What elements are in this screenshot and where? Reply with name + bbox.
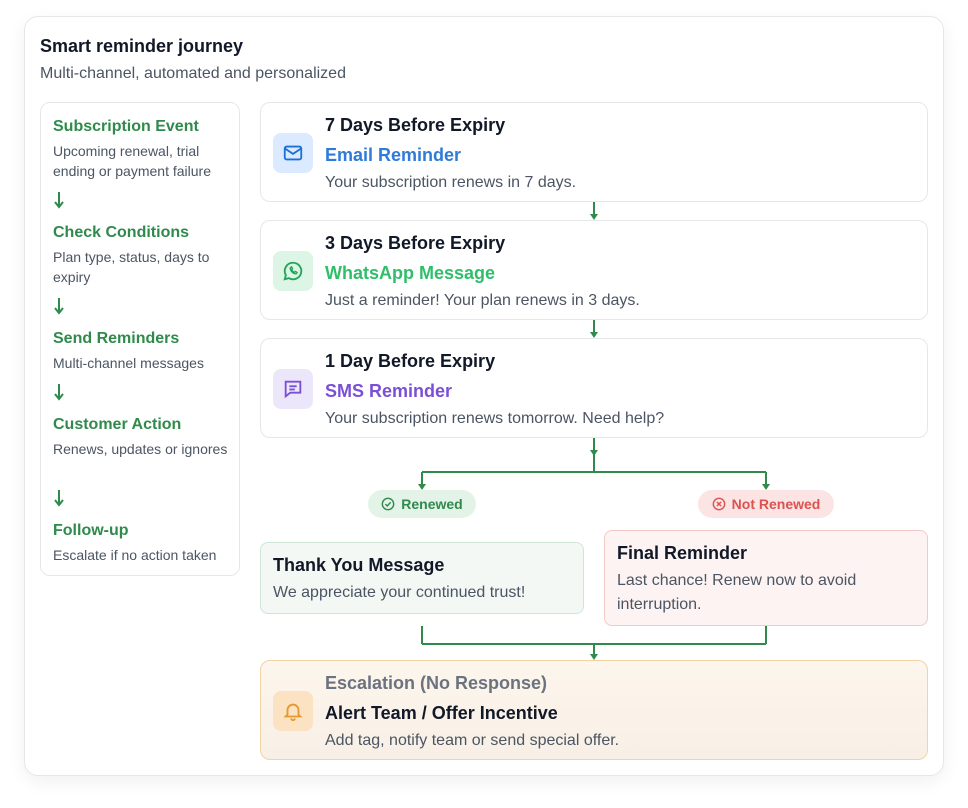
outcome-description: Last chance! Renew now to avoid interrup… bbox=[617, 572, 857, 613]
final-reminder-card[interactable]: Final Reminder Last chance! Renew now to… bbox=[604, 530, 928, 626]
step-check-conditions: Check Conditions Plan type, status, days… bbox=[53, 223, 239, 287]
step-description: Escalate if no action taken bbox=[53, 547, 217, 563]
renewed-label: Renewed bbox=[401, 496, 463, 512]
page-subtitle: Multi-channel, automated and personalize… bbox=[40, 65, 346, 82]
page-title: Smart reminder journey bbox=[40, 36, 244, 56]
arrow-down-icon bbox=[54, 384, 64, 401]
bell-icon bbox=[273, 691, 313, 731]
reminder-channel: WhatsApp Message bbox=[325, 263, 496, 283]
reminder-message: Just a reminder! Your plan renews in 3 d… bbox=[325, 292, 640, 309]
outcome-title: Final Reminder bbox=[617, 543, 748, 563]
reminder-card-sms[interactable]: 1 Day Before Expiry SMS Reminder Your su… bbox=[260, 338, 928, 438]
step-title: Send Reminders bbox=[53, 330, 180, 347]
step-customer-action: Customer Action Renews, updates or ignor… bbox=[53, 415, 239, 459]
arrow-down-icon bbox=[54, 490, 64, 507]
reminder-timing: 1 Day Before Expiry bbox=[325, 351, 496, 371]
outcome-title: Thank You Message bbox=[273, 555, 445, 575]
step-description: Multi-channel messages bbox=[53, 355, 204, 371]
arrow-down-icon bbox=[54, 298, 64, 315]
check-circle-icon bbox=[381, 497, 395, 511]
step-subscription-event: Subscription Event Upcoming renewal, tri… bbox=[53, 117, 239, 181]
escalation-title: Alert Team / Offer Incentive bbox=[325, 703, 558, 723]
step-title: Subscription Event bbox=[53, 118, 199, 135]
renewed-badge: Renewed bbox=[368, 490, 476, 518]
x-circle-icon bbox=[712, 497, 726, 511]
reminder-message: Your subscription renews tomorrow. Need … bbox=[325, 410, 665, 427]
reminder-card-email[interactable]: 7 Days Before Expiry Email Reminder Your… bbox=[260, 102, 928, 202]
thank-you-card[interactable]: Thank You Message We appreciate your con… bbox=[260, 542, 584, 614]
reminder-channel: SMS Reminder bbox=[325, 381, 453, 401]
escalation-label: Escalation (No Response) bbox=[325, 673, 548, 693]
mail-icon bbox=[273, 133, 313, 173]
step-description: Plan type, status, days to expiry bbox=[53, 249, 210, 285]
reminder-timing: 3 Days Before Expiry bbox=[325, 233, 506, 253]
step-title: Check Conditions bbox=[53, 224, 190, 241]
not-renewed-badge: Not Renewed bbox=[698, 490, 834, 518]
steps-panel: Subscription Event Upcoming renewal, tri… bbox=[40, 102, 240, 576]
reminder-message: Your subscription renews in 7 days. bbox=[325, 174, 577, 191]
reminder-card-whatsapp[interactable]: 3 Days Before Expiry WhatsApp Message Ju… bbox=[260, 220, 928, 320]
escalation-card[interactable]: Escalation (No Response) Alert Team / Of… bbox=[260, 660, 928, 760]
reminder-channel: Email Reminder bbox=[325, 145, 462, 165]
whatsapp-icon bbox=[273, 251, 313, 291]
step-follow-up: Follow-up Escalate if no action taken bbox=[53, 521, 239, 565]
reminder-timing: 7 Days Before Expiry bbox=[325, 115, 506, 135]
step-description: Renews, updates or ignores bbox=[53, 441, 228, 457]
outcome-description: We appreciate your continued trust! bbox=[273, 584, 526, 601]
step-title: Customer Action bbox=[53, 416, 182, 433]
message-icon bbox=[273, 369, 313, 409]
step-send-reminders: Send Reminders Multi-channel messages bbox=[53, 329, 239, 373]
step-description: Upcoming renewal, trial ending or paymen… bbox=[53, 143, 211, 179]
arrow-down-icon bbox=[54, 192, 64, 209]
escalation-description: Add tag, notify team or send special off… bbox=[325, 732, 620, 749]
not-renewed-label: Not Renewed bbox=[731, 496, 821, 512]
step-title: Follow-up bbox=[53, 522, 129, 539]
